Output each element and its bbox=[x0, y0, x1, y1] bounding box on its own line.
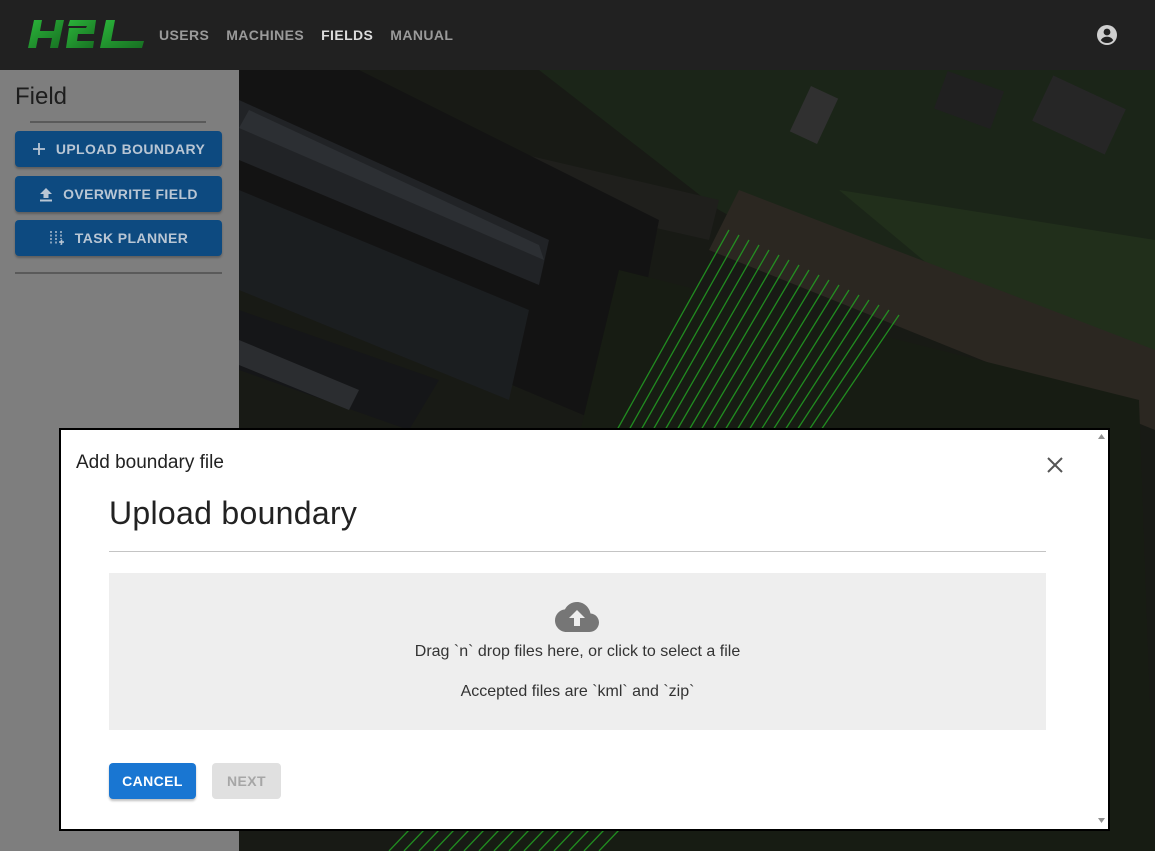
nav-users[interactable]: USERS bbox=[159, 27, 209, 43]
cancel-button[interactable]: CANCEL bbox=[109, 763, 196, 799]
sidebar-title: Field bbox=[15, 83, 68, 110]
h2l-logo[interactable] bbox=[26, 14, 148, 54]
dropzone-accepted-files: Accepted files are `kml` and `zip` bbox=[460, 683, 695, 700]
scroll-down-arrow-icon[interactable] bbox=[1098, 818, 1105, 823]
upload-boundary-button[interactable]: UPLOAD BOUNDARY bbox=[15, 131, 222, 167]
add-boundary-dialog: Add boundary file Upload boundary Drag `… bbox=[59, 428, 1110, 831]
main-nav: USERS MACHINES FIELDS MANUAL bbox=[159, 0, 470, 70]
upload-heading: Upload boundary bbox=[109, 495, 358, 531]
task-planner-label: TASK PLANNER bbox=[74, 230, 189, 246]
overwrite-field-button[interactable]: OVERWRITE FIELD bbox=[15, 176, 222, 212]
upload-icon bbox=[39, 187, 53, 202]
plus-icon bbox=[32, 142, 46, 156]
nav-manual[interactable]: MANUAL bbox=[390, 27, 453, 43]
cloud-upload-icon bbox=[555, 602, 599, 632]
next-button[interactable]: NEXT bbox=[212, 763, 281, 799]
app-bar: USERS MACHINES FIELDS MANUAL bbox=[0, 0, 1155, 70]
heading-divider bbox=[109, 551, 1046, 552]
sidebar-divider bbox=[15, 272, 222, 274]
dropzone-instruction: Drag `n` drop files here, or click to se… bbox=[414, 643, 741, 660]
overwrite-field-label: OVERWRITE FIELD bbox=[63, 186, 198, 202]
close-icon[interactable] bbox=[1046, 456, 1064, 474]
upload-boundary-label: UPLOAD BOUNDARY bbox=[55, 141, 206, 157]
task-planner-button[interactable]: TASK PLANNER bbox=[15, 220, 222, 256]
file-dropzone[interactable]: Drag `n` drop files here, or click to se… bbox=[109, 573, 1046, 730]
scroll-up-arrow-icon[interactable] bbox=[1098, 434, 1105, 439]
nav-machines[interactable]: MACHINES bbox=[226, 27, 304, 43]
nav-fields[interactable]: FIELDS bbox=[321, 27, 373, 43]
sidebar-divider bbox=[30, 121, 206, 123]
dialog-title: Add boundary file bbox=[76, 452, 224, 473]
dialog-scrollbar[interactable] bbox=[1095, 430, 1108, 829]
tune-icon bbox=[49, 230, 65, 246]
account-circle-icon[interactable] bbox=[1095, 23, 1119, 47]
